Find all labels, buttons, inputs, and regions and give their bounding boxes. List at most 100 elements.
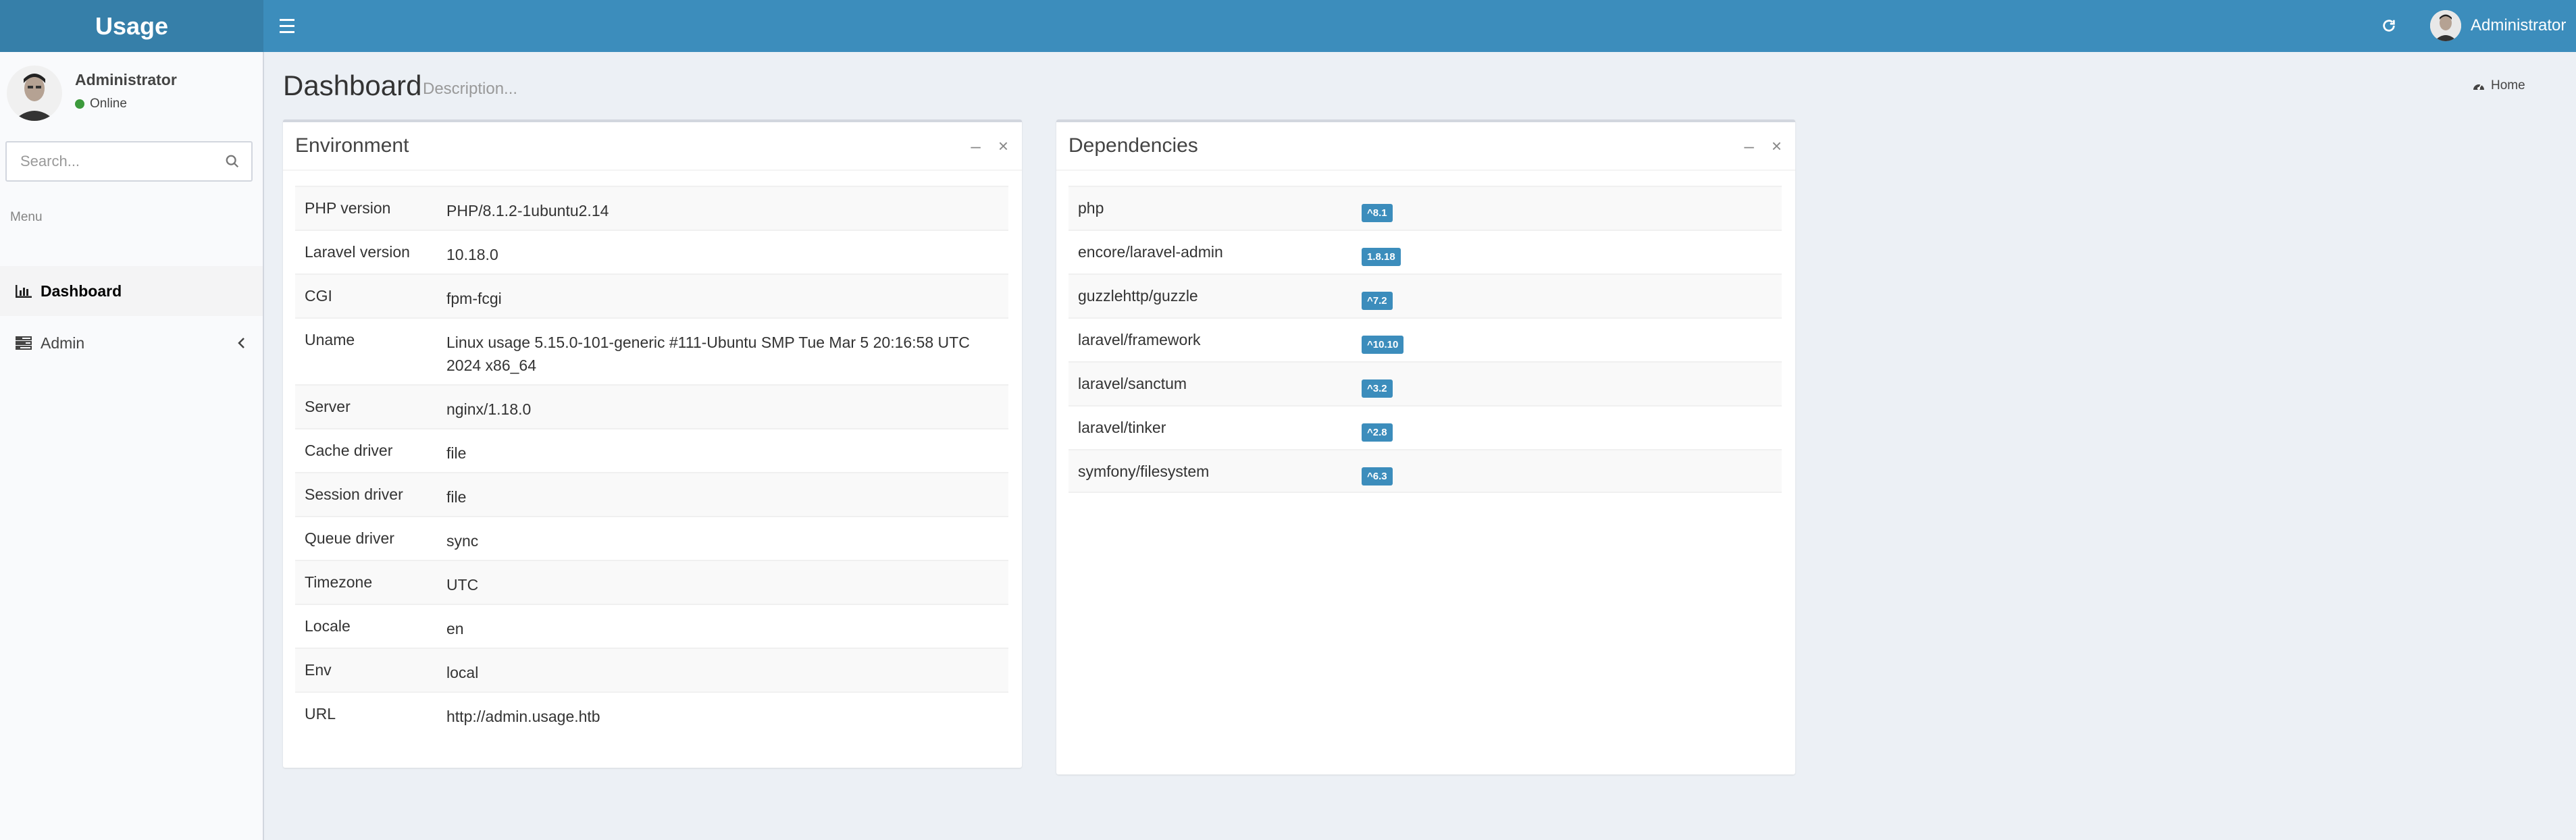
- user-menu[interactable]: Administrator: [2430, 8, 2566, 43]
- row-key: PHP version: [305, 199, 391, 217]
- breadcrumb[interactable]: Home: [2472, 78, 2525, 93]
- app-logo[interactable]: Usage: [0, 0, 263, 52]
- version-badge-text: ^7.2: [1362, 292, 1393, 310]
- package-name: php: [1078, 199, 1104, 217]
- version-badge-text: ^2.8: [1362, 423, 1393, 442]
- avatar: [2430, 10, 2461, 41]
- box-tools: – ×: [971, 136, 1008, 157]
- row-value: http://admin.usage.htb: [446, 708, 600, 725]
- status-text: Online: [90, 97, 127, 111]
- row-key: Timezone: [305, 573, 373, 591]
- dashboard-icon: [2473, 84, 2484, 90]
- version-badge-text: ^3.2: [1362, 379, 1393, 398]
- table-row: encore/laravel-admin 1.8.18: [1068, 230, 1782, 273]
- version-badge: ^7.2: [1362, 287, 1393, 310]
- row-key: URL: [305, 705, 336, 723]
- package-name: laravel/framework: [1078, 331, 1201, 348]
- avatar: [7, 65, 62, 121]
- table-row: symfony/filesystem ^6.3: [1068, 449, 1782, 493]
- sidebar-toggle-button[interactable]: [280, 14, 300, 38]
- close-icon[interactable]: ×: [1772, 136, 1782, 157]
- sidebar-item-label: Dashboard: [41, 282, 122, 300]
- hamburger-icon: [280, 18, 294, 21]
- version-badge: 1.8.18: [1362, 243, 1401, 266]
- version-badge: ^10.10: [1362, 331, 1404, 354]
- minimize-icon[interactable]: –: [971, 136, 980, 157]
- package-name: guzzlehttp/guzzle: [1078, 287, 1198, 305]
- sidebar: Administrator Online Menu Dashboard: [0, 52, 264, 840]
- row-key: Uname: [305, 331, 355, 348]
- version-badge: ^2.8: [1362, 419, 1393, 442]
- menu-header: Menu: [10, 210, 43, 224]
- box-tools: – ×: [1744, 136, 1782, 157]
- breadcrumb-home[interactable]: Home: [2491, 78, 2525, 93]
- row-value: fpm-fcgi: [446, 290, 502, 307]
- table-row: laravel/sanctum ^3.2: [1068, 361, 1782, 405]
- row-value: file: [446, 488, 467, 506]
- tasks-icon: [14, 336, 34, 350]
- row-key: Queue driver: [305, 529, 394, 547]
- search-icon: [226, 155, 239, 168]
- package-name: symfony/filesystem: [1078, 463, 1210, 480]
- refresh-icon: [2383, 20, 2395, 32]
- table-row: Queue driver sync: [295, 516, 1008, 560]
- close-icon[interactable]: ×: [998, 136, 1008, 157]
- sidebar-user-name: Administrator: [75, 71, 177, 88]
- online-dot-icon: [75, 99, 84, 109]
- sidebar-search: [5, 141, 253, 182]
- sidebar-item-label: Admin: [41, 334, 85, 352]
- row-value: 10.18.0: [446, 246, 498, 263]
- row-key: Env: [305, 661, 332, 679]
- table-row: PHP version PHP/8.1.2-1ubuntu2.14: [295, 186, 1008, 230]
- environment-box: Environment – × PHP version PHP/8.1.2-1u…: [283, 120, 1022, 768]
- refresh-button[interactable]: [2379, 11, 2399, 41]
- user-panel: Administrator Online: [7, 65, 257, 124]
- box-title: Dependencies: [1068, 134, 1198, 157]
- table-row: CGI fpm-fcgi: [295, 273, 1008, 317]
- version-badge-text: 1.8.18: [1362, 248, 1401, 266]
- row-value: sync: [446, 532, 479, 550]
- search-input[interactable]: [7, 142, 209, 180]
- table-row: Uname Linux usage 5.15.0-101-generic #11…: [295, 317, 1008, 384]
- table-row: Cache driver file: [295, 428, 1008, 472]
- row-value: local: [446, 664, 479, 681]
- table-row: laravel/tinker ^2.8: [1068, 405, 1782, 449]
- box-title: Environment: [295, 134, 409, 157]
- table-row: guzzlehttp/guzzle ^7.2: [1068, 273, 1782, 317]
- sidebar-item-dashboard[interactable]: Dashboard: [0, 266, 263, 316]
- row-value: file: [446, 444, 467, 462]
- page-title: Dashboard: [283, 70, 422, 101]
- status-badge: Online: [75, 97, 127, 111]
- sidebar-item-admin[interactable]: Admin: [0, 318, 263, 368]
- table-row: laravel/framework ^10.10: [1068, 317, 1782, 361]
- top-navbar: Usage Administrator: [0, 0, 2576, 52]
- user-menu-name: Administrator: [2471, 16, 2567, 34]
- row-value: nginx/1.18.0: [446, 400, 532, 418]
- box-header: Environment – ×: [283, 122, 1022, 171]
- search-button[interactable]: [219, 148, 246, 175]
- version-badge-text: ^6.3: [1362, 467, 1393, 485]
- minimize-icon[interactable]: –: [1744, 136, 1753, 157]
- dependencies-box: Dependencies – × php ^8.1 encore/laravel…: [1056, 120, 1795, 775]
- row-value: UTC: [446, 576, 479, 594]
- table-row: Locale en: [295, 604, 1008, 648]
- version-badge-text: ^8.1: [1362, 204, 1393, 222]
- table-row: URL http://admin.usage.htb: [295, 691, 1008, 735]
- row-value: en: [446, 620, 464, 637]
- table-row: Session driver file: [295, 472, 1008, 516]
- row-value: Linux usage 5.15.0-101-generic #111-Ubun…: [446, 334, 970, 374]
- box-header: Dependencies – ×: [1056, 122, 1795, 171]
- table-row: Timezone UTC: [295, 560, 1008, 604]
- row-key: Locale: [305, 617, 351, 635]
- bar-chart-icon: [14, 284, 34, 298]
- table-row: php ^8.1: [1068, 186, 1782, 230]
- table-row: Laravel version 10.18.0: [295, 230, 1008, 273]
- row-key: Laravel version: [305, 243, 410, 261]
- package-name: laravel/tinker: [1078, 419, 1166, 436]
- row-key: CGI: [305, 287, 332, 305]
- chevron-left-icon: [237, 336, 245, 353]
- table-row: Env local: [295, 648, 1008, 691]
- version-badge: ^6.3: [1362, 463, 1393, 485]
- package-name: laravel/sanctum: [1078, 375, 1187, 392]
- row-value: PHP/8.1.2-1ubuntu2.14: [446, 202, 609, 219]
